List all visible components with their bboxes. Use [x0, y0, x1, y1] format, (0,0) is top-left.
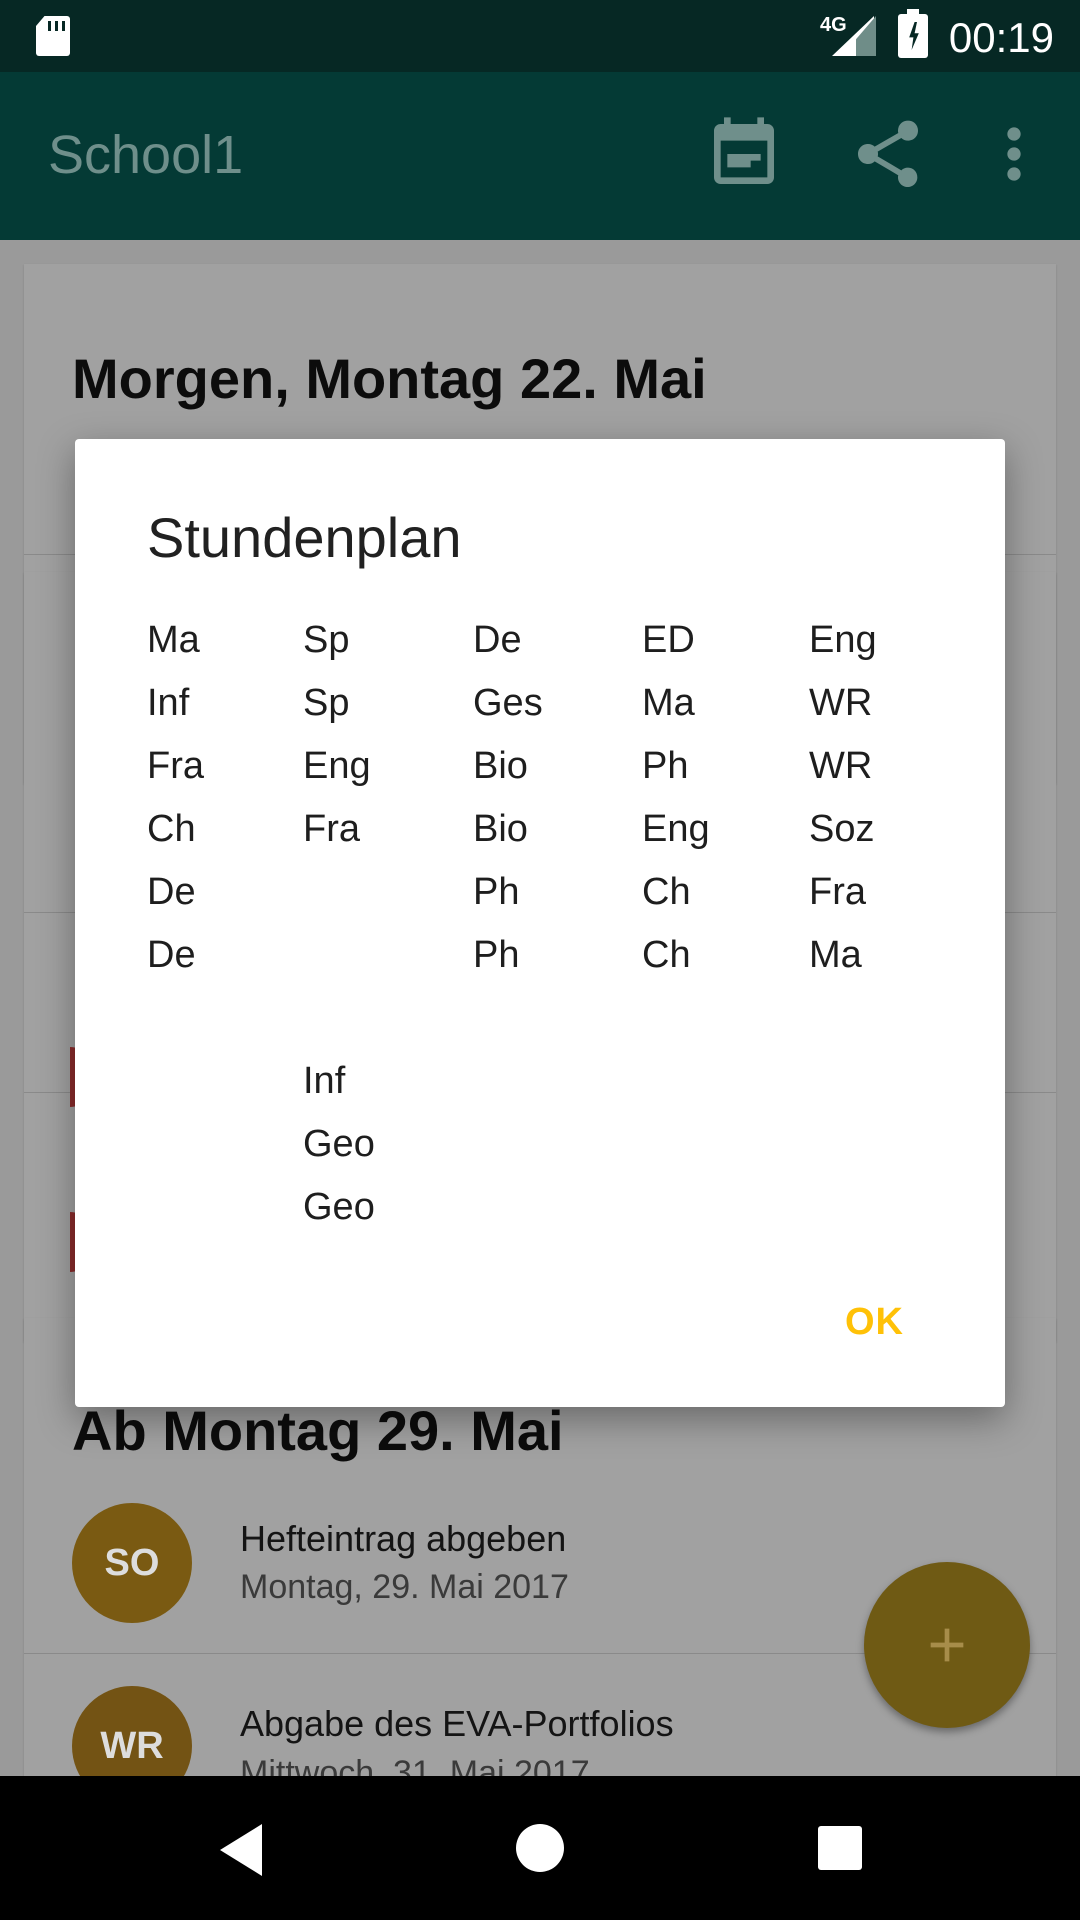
plus-icon [864, 1562, 1030, 1728]
battery-charging-icon [898, 9, 928, 58]
calendar-icon[interactable] [704, 114, 784, 194]
timetable-cell: De [147, 871, 196, 913]
timetable-column-1: Ma Inf Fra Ch De De [147, 609, 307, 987]
list-item-subtitle: Montag, 29. Mai 2017 [240, 1568, 569, 1606]
timetable-cell: Eng [642, 808, 710, 850]
more-vert-icon[interactable] [974, 114, 1054, 194]
timetable-column-2: Sp Sp Eng Fra Inf Geo Geo [303, 609, 463, 1239]
timetable-cell: Ch [642, 934, 691, 976]
dialog-title: Stundenplan [147, 506, 462, 569]
timetable-cell: Bio [473, 808, 528, 850]
sd-card-icon [36, 16, 70, 56]
timetable-cell: Fra [147, 745, 204, 787]
app-bar: School1 [0, 72, 1080, 240]
timetable-column-3: De Ges Bio Bio Ph Ph [473, 609, 633, 987]
timetable-cell: Ph [473, 871, 520, 913]
timetable-dialog: Stundenplan Ma Inf Fra Ch De De Sp Sp En… [75, 439, 1005, 1407]
timetable-column-5: Eng WR WR Soz Fra Ma [809, 609, 969, 987]
timetable-cell: Ch [642, 871, 691, 913]
timetable-cell: Inf [147, 682, 190, 724]
timetable-cell: Inf [303, 1060, 346, 1102]
back-icon[interactable] [220, 1824, 262, 1876]
timetable-cell: Soz [809, 808, 875, 850]
timetable-cell [303, 861, 463, 924]
timetable-cell: Bio [473, 745, 528, 787]
timetable-cell: WR [809, 745, 873, 787]
timetable-cell: Ph [473, 934, 520, 976]
timetable-cell: Eng [809, 619, 877, 661]
card-tomorrow-title: Morgen, Montag 22. Mai [72, 347, 707, 410]
avatar: SO [72, 1503, 192, 1623]
home-icon[interactable] [516, 1824, 564, 1872]
navigation-bar [0, 1776, 1080, 1920]
timetable-cell: De [473, 619, 522, 661]
card-next-week-title: Ab Montag 29. Mai [72, 1399, 564, 1462]
list-item-title: Hefteintrag abgeben [240, 1518, 567, 1559]
add-fab-button[interactable] [864, 1562, 1030, 1728]
ok-button[interactable]: OK [845, 1301, 904, 1344]
timetable-cell: Geo [303, 1123, 375, 1165]
timetable-cell: Fra [809, 871, 866, 913]
app-title: School1 [48, 125, 244, 185]
timetable-cell: Ma [809, 934, 862, 976]
timetable-cell [303, 924, 463, 987]
timetable-cell: ED [642, 619, 695, 661]
timetable-cell: Ma [642, 682, 695, 724]
status-time: 00:19 [948, 14, 1054, 61]
timetable-cell: Fra [303, 808, 360, 850]
timetable-cell: Ges [473, 682, 543, 724]
timetable-cell: Eng [303, 745, 371, 787]
timetable-cell [303, 987, 463, 1050]
timetable-cell: Sp [303, 682, 350, 724]
status-bar: 4G 00:19 [0, 0, 1080, 72]
timetable-cell: Ph [642, 745, 689, 787]
list-item-title: Abgabe des EVA-Portfolios [240, 1703, 674, 1744]
timetable-cell: Geo [303, 1186, 375, 1228]
timetable-cell: Ch [147, 808, 196, 850]
timetable-column-4: ED Ma Ph Eng Ch Ch [642, 609, 802, 987]
timetable-cell: Ma [147, 619, 200, 661]
recent-apps-icon[interactable] [818, 1826, 862, 1870]
timetable-cell: De [147, 934, 196, 976]
share-icon[interactable] [848, 114, 928, 194]
timetable-cell: Sp [303, 619, 350, 661]
timetable-cell: WR [809, 682, 873, 724]
